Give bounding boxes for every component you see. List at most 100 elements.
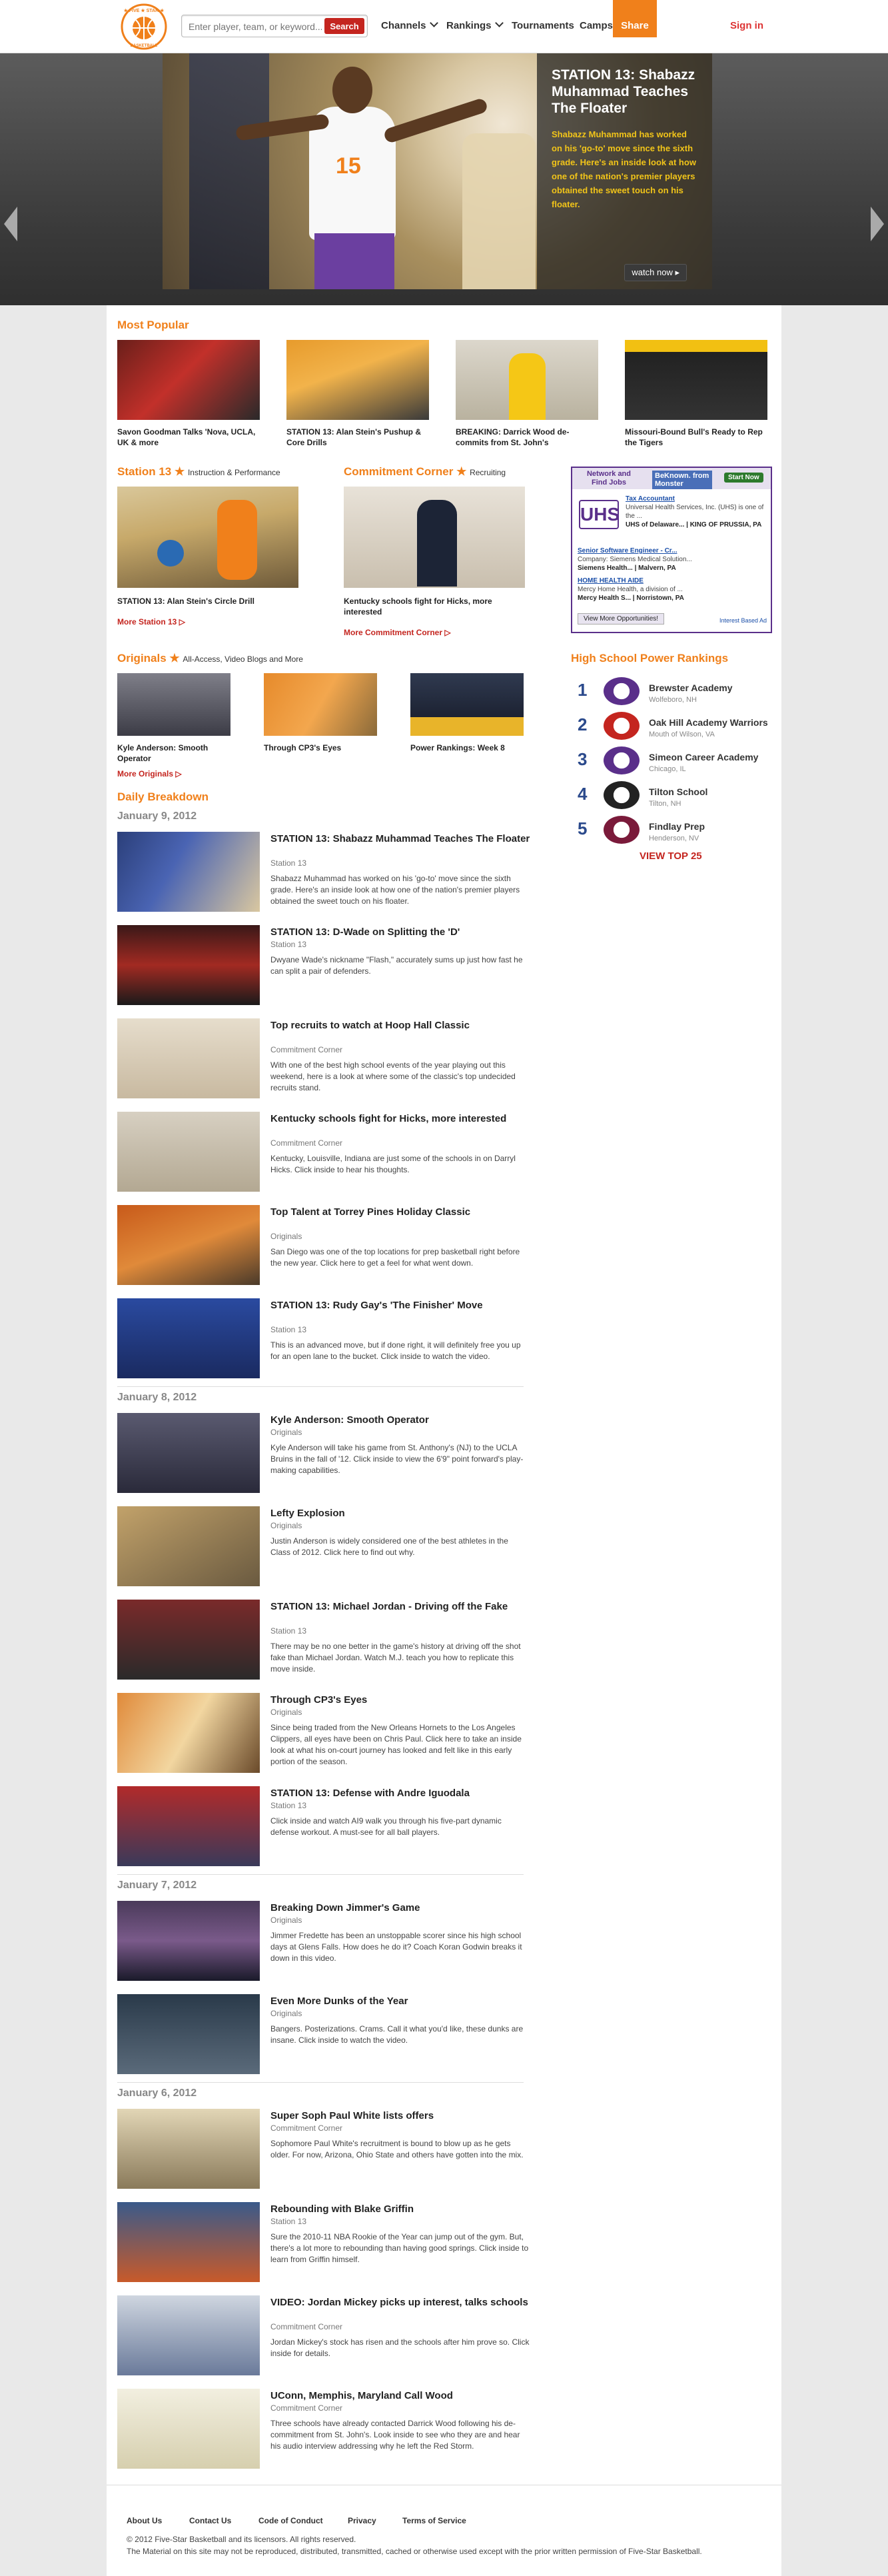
daily-row-title[interactable]: Top recruits to watch at Hoop Hall Class… xyxy=(270,1020,530,1032)
team-name[interactable]: Tilton School xyxy=(649,786,707,797)
more-station13-link[interactable]: More Station 13 ▷ xyxy=(117,617,185,627)
daily-row-thumb[interactable] xyxy=(117,1112,260,1192)
daily-row-category[interactable]: Station 13 xyxy=(270,940,306,949)
daily-row-category[interactable]: Station 13 xyxy=(270,1325,306,1334)
daily-row-thumb[interactable] xyxy=(117,832,260,912)
daily-row-thumb[interactable] xyxy=(117,1901,260,1981)
commitment-thumb[interactable] xyxy=(344,487,525,588)
daily-row-title[interactable]: VIDEO: Jordan Mickey picks up interest, … xyxy=(270,2297,530,2309)
footer-about-link[interactable]: About Us xyxy=(127,2516,162,2525)
originals-thumb-2[interactable] xyxy=(264,673,377,736)
ad-start-button[interactable]: Start Now xyxy=(724,473,763,483)
nav-tournaments[interactable]: Tournaments xyxy=(512,20,574,31)
commitment-caption[interactable]: Kentucky schools fight for Hicks, more i… xyxy=(344,596,525,617)
popular-caption-3[interactable]: BREAKING: Darrick Wood de-commits from S… xyxy=(456,427,598,448)
team-logo[interactable] xyxy=(604,746,640,774)
power-rankings-title[interactable]: High School Power Rankings xyxy=(571,652,728,665)
footer-contact-link[interactable]: Contact Us xyxy=(189,2516,231,2525)
originals-caption-2[interactable]: Through CP3's Eyes xyxy=(264,742,377,753)
daily-row-thumb[interactable] xyxy=(117,2389,260,2469)
station13-caption[interactable]: STATION 13: Alan Stein's Circle Drill xyxy=(117,596,298,607)
daily-row-title[interactable]: Top Talent at Torrey Pines Holiday Class… xyxy=(270,1206,530,1218)
daily-row-title[interactable]: Kyle Anderson: Smooth Operator xyxy=(270,1414,530,1426)
daily-row-thumb[interactable] xyxy=(117,1693,260,1773)
daily-row-thumb[interactable] xyxy=(117,1994,260,2074)
hero-title[interactable]: STATION 13: Shabazz Muhammad Teaches The… xyxy=(552,67,697,117)
daily-row-title[interactable]: Kentucky schools fight for Hicks, more i… xyxy=(270,1113,530,1125)
ad-job-3-title[interactable]: HOME HEALTH AIDE xyxy=(578,577,764,585)
daily-row-thumb[interactable] xyxy=(117,2295,260,2375)
daily-row-thumb[interactable] xyxy=(117,1413,260,1493)
daily-row-category[interactable]: Originals xyxy=(270,1708,302,1717)
originals-thumb-3[interactable] xyxy=(410,673,524,736)
daily-row-title[interactable]: STATION 13: Shabazz Muhammad Teaches The… xyxy=(270,833,530,845)
daily-row-title[interactable]: STATION 13: Defense with Andre Iguodala xyxy=(270,1788,530,1800)
station13-section-title[interactable]: Station 13 ★ Instruction & Performance xyxy=(117,465,280,479)
daily-row-category[interactable]: Station 13 xyxy=(270,2217,306,2226)
station13-thumb[interactable] xyxy=(117,487,298,588)
originals-thumb-1[interactable] xyxy=(117,673,230,736)
daily-row-category[interactable]: Commitment Corner xyxy=(270,2123,342,2133)
ad-job-2-title[interactable]: Senior Software Engineer - Cr... xyxy=(578,547,764,555)
daily-row-thumb[interactable] xyxy=(117,1298,260,1378)
daily-row-category[interactable]: Station 13 xyxy=(270,1626,306,1636)
more-originals-link[interactable]: More Originals ▷ xyxy=(117,769,182,778)
daily-row-title[interactable]: Even More Dunks of the Year xyxy=(270,1995,530,2007)
daily-row-category[interactable]: Station 13 xyxy=(270,1801,306,1810)
search-button[interactable]: Search xyxy=(324,18,364,34)
daily-row-category[interactable]: Commitment Corner xyxy=(270,2403,342,2413)
popular-thumb-3[interactable] xyxy=(456,340,598,420)
daily-row-category[interactable]: Originals xyxy=(270,1916,302,1925)
daily-row-category[interactable]: Originals xyxy=(270,2009,302,2018)
footer-conduct-link[interactable]: Code of Conduct xyxy=(258,2516,323,2525)
daily-row-title[interactable]: STATION 13: Michael Jordan - Driving off… xyxy=(270,1601,530,1613)
popular-caption-2[interactable]: STATION 13: Alan Stein's Pushup & Core D… xyxy=(286,427,429,448)
daily-row-title[interactable]: Rebounding with Blake Griffin xyxy=(270,2203,530,2215)
watch-now-button[interactable]: watch now ▸ xyxy=(624,264,687,281)
sign-in-link[interactable]: Sign in xyxy=(730,20,763,31)
daily-row-thumb[interactable] xyxy=(117,2109,260,2189)
popular-caption-4[interactable]: Missouri-Bound Bull's Ready to Rep the T… xyxy=(625,427,767,448)
carousel-prev-arrow-icon[interactable] xyxy=(4,207,17,241)
daily-row-thumb[interactable] xyxy=(117,1205,260,1285)
footer-privacy-link[interactable]: Privacy xyxy=(348,2516,376,2525)
ad-view-more-button[interactable]: View More Opportunities! xyxy=(578,613,665,625)
daily-row-title[interactable]: Super Soph Paul White lists offers xyxy=(270,2110,530,2122)
carousel-next-arrow-icon[interactable] xyxy=(871,207,884,241)
popular-thumb-1[interactable] xyxy=(117,340,260,420)
originals-caption-1[interactable]: Kyle Anderson: Smooth Operator xyxy=(117,742,230,764)
team-name[interactable]: Findlay Prep xyxy=(649,821,705,832)
footer-terms-link[interactable]: Terms of Service xyxy=(402,2516,466,2525)
daily-row-category[interactable]: Commitment Corner xyxy=(270,2322,342,2331)
nav-rankings[interactable]: Rankings xyxy=(446,19,504,31)
popular-thumb-2[interactable] xyxy=(286,340,429,420)
daily-row-thumb[interactable] xyxy=(117,1018,260,1098)
daily-row-category[interactable]: Originals xyxy=(270,1428,302,1437)
daily-row-thumb[interactable] xyxy=(117,1506,260,1586)
nav-camps[interactable]: Camps xyxy=(580,20,613,31)
commitment-section-title[interactable]: Commitment Corner ★ Recruiting xyxy=(344,465,506,479)
nav-share[interactable]: Share xyxy=(613,0,657,37)
popular-thumb-4[interactable] xyxy=(625,340,767,420)
ad-interest-label[interactable]: Interest Based Ad xyxy=(719,617,767,624)
team-logo[interactable] xyxy=(604,816,640,844)
team-logo[interactable] xyxy=(604,781,640,809)
daily-row-category[interactable]: Commitment Corner xyxy=(270,1045,342,1054)
team-name[interactable]: Oak Hill Academy Warriors xyxy=(649,717,768,728)
daily-row-thumb[interactable] xyxy=(117,1600,260,1680)
daily-row-title[interactable]: STATION 13: D-Wade on Splitting the 'D' xyxy=(270,926,530,938)
more-commitment-link[interactable]: More Commitment Corner ▷ xyxy=(344,628,451,637)
popular-caption-1[interactable]: Savon Goodman Talks 'Nova, UCLA, UK & mo… xyxy=(117,427,260,448)
daily-row-thumb[interactable] xyxy=(117,2202,260,2282)
search-input[interactable] xyxy=(189,19,322,34)
daily-row-title[interactable]: Through CP3's Eyes xyxy=(270,1694,530,1706)
team-name[interactable]: Brewster Academy xyxy=(649,682,733,693)
originals-caption-3[interactable]: Power Rankings: Week 8 xyxy=(410,742,524,753)
daily-row-category[interactable]: Commitment Corner xyxy=(270,1138,342,1148)
team-logo[interactable] xyxy=(604,677,640,705)
originals-section-title[interactable]: Originals ★ All-Access, Video Blogs and … xyxy=(117,652,303,665)
daily-row-thumb[interactable] xyxy=(117,925,260,1005)
daily-row-title[interactable]: Breaking Down Jimmer's Game xyxy=(270,1902,530,1914)
advertisement[interactable]: Network and Find Jobs BeKnown. from Mons… xyxy=(571,467,772,633)
five-star-logo[interactable]: ★ FIVE ★ STAR ★ BASKETBALL xyxy=(120,3,168,51)
